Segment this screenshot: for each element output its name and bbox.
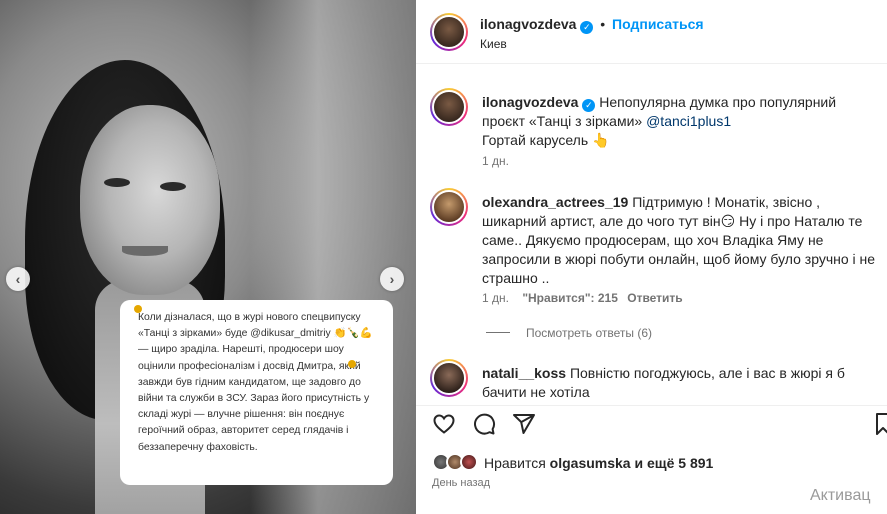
caption-author-avatar[interactable] bbox=[430, 88, 468, 126]
carousel-next-button[interactable]: › bbox=[380, 267, 404, 291]
image-text-card: Коли дізналася, що в журі нового спецвип… bbox=[120, 300, 393, 485]
comment-username[interactable]: olexandra_actrees_19 bbox=[482, 194, 628, 210]
bookmark-icon[interactable] bbox=[876, 412, 887, 436]
share-icon[interactable] bbox=[512, 412, 536, 436]
likes-user[interactable]: olgasumska bbox=[550, 455, 631, 471]
post-time: День назад bbox=[432, 477, 491, 489]
post-image[interactable]: ‹ › Коли дізналася, що в журі нового спе… bbox=[0, 0, 416, 514]
replies-divider bbox=[486, 332, 510, 333]
comment-text: olexandra_actrees_19 Підтримую ! Монатік… bbox=[482, 193, 882, 288]
reply-button[interactable]: Ответить bbox=[627, 291, 682, 305]
caption-body-2: Гортай карусель 👆 bbox=[482, 132, 610, 148]
image-mouth bbox=[122, 246, 168, 256]
likes-suffix: и ещё 5 891 bbox=[630, 455, 714, 471]
author-avatar[interactable] bbox=[430, 13, 468, 51]
likes-prefix: Нравится bbox=[484, 455, 550, 471]
image-eye bbox=[160, 182, 186, 191]
location-link[interactable]: Киев bbox=[480, 37, 507, 51]
os-activation-watermark: Активац bbox=[810, 487, 871, 504]
author-username[interactable]: ilonagvozdeva bbox=[480, 16, 576, 32]
header-user-row: ilonagvozdeva ✓ • Подписаться bbox=[480, 16, 704, 34]
likes-summary[interactable]: Нравится olgasumska и ещё 5 891 bbox=[484, 455, 713, 471]
text-selection-handle bbox=[348, 360, 356, 368]
chevron-left-icon: ‹ bbox=[15, 271, 21, 287]
caption-text: ilonagvozdeva ✓ Непопулярна думка про по… bbox=[482, 93, 882, 150]
follow-button[interactable]: Подписаться bbox=[612, 16, 704, 32]
comment-avatar[interactable] bbox=[430, 188, 468, 226]
image-face bbox=[80, 105, 220, 295]
image-text: Коли дізналася, що в журі нового спецвип… bbox=[138, 312, 373, 453]
caption-username[interactable]: ilonagvozdeva bbox=[482, 94, 578, 110]
image-eye bbox=[104, 178, 130, 187]
comment-avatar[interactable] bbox=[430, 359, 468, 397]
verified-icon: ✓ bbox=[580, 21, 594, 34]
post-sidebar: ilonagvozdeva ✓ • Подписаться Киев ilona… bbox=[416, 0, 887, 514]
comment-likes[interactable]: "Нравится": 215 bbox=[522, 291, 618, 305]
comment-time: 1 дн. bbox=[482, 291, 509, 305]
comment-username[interactable]: natali__koss bbox=[482, 365, 566, 381]
caption-time: 1 дн. bbox=[482, 154, 509, 168]
separator-dot: • bbox=[600, 16, 606, 32]
text-selection-handle bbox=[134, 305, 142, 313]
comment-meta: 1 дн. "Нравится": 215 Ответить bbox=[482, 291, 683, 305]
chevron-right-icon: › bbox=[389, 271, 395, 287]
verified-icon: ✓ bbox=[582, 99, 596, 112]
comment-icon[interactable] bbox=[472, 412, 496, 436]
comment-text: natali__koss Повністю погоджуюсь, але і … bbox=[482, 364, 882, 402]
heart-icon[interactable] bbox=[432, 412, 456, 436]
carousel-prev-button[interactable]: ‹ bbox=[6, 267, 30, 291]
caption-mention[interactable]: @tanci1plus1 bbox=[646, 113, 731, 129]
view-replies-button[interactable]: Посмотреть ответы (6) bbox=[526, 326, 652, 340]
liker-avatar bbox=[460, 453, 478, 471]
post-header: ilonagvozdeva ✓ • Подписаться Киев bbox=[416, 0, 887, 64]
